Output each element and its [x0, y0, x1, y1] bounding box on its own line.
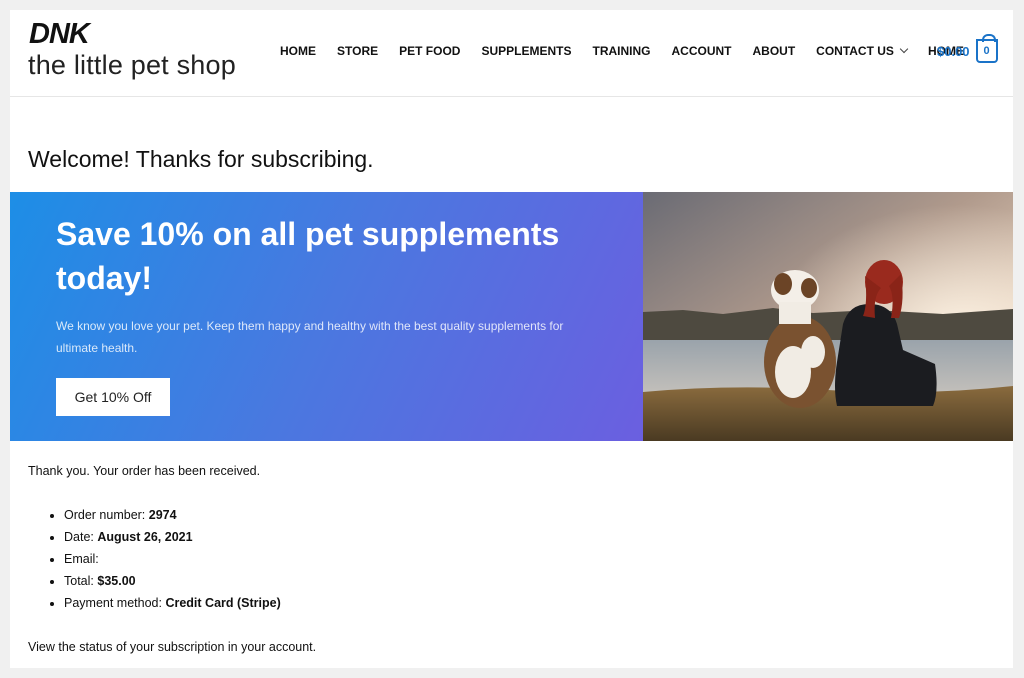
- order-number-value: 2974: [148, 508, 177, 522]
- order-date-label: Date:: [64, 530, 94, 544]
- list-item: Email:: [64, 548, 281, 570]
- cart-total: $0.00: [937, 43, 970, 59]
- list-item: Date: August 26, 2021: [64, 526, 281, 548]
- nav-item-label: ACCOUNT: [671, 44, 732, 58]
- cart-link[interactable]: $0.00 0: [937, 34, 998, 63]
- site-logo[interactable]: DNK: [28, 16, 108, 50]
- payment-method-value: Credit Card (Stripe): [165, 596, 281, 610]
- order-total-label: Total:: [64, 574, 94, 588]
- dog-and-owner-photo: [643, 192, 1013, 441]
- site-header: DNK the little pet shop HOME STORE PET F…: [10, 10, 1013, 97]
- nav-item-label: CONTACT US: [816, 44, 894, 58]
- nav-item-label: HOME: [280, 44, 316, 58]
- nav-item-about[interactable]: ABOUT: [752, 44, 795, 58]
- order-email-label: Email:: [64, 552, 99, 566]
- shopping-bag-icon: 0: [975, 34, 998, 63]
- nav-item-store[interactable]: STORE: [337, 44, 378, 58]
- cart-count: 0: [983, 45, 990, 57]
- get-discount-button[interactable]: Get 10% Off: [56, 378, 170, 416]
- page-title: Welcome! Thanks for subscribing.: [28, 146, 374, 172]
- logo-text: DNK: [29, 18, 92, 50]
- order-received-message: Thank you. Your order has been received.: [28, 464, 261, 478]
- page: DNK the little pet shop HOME STORE PET F…: [10, 10, 1013, 668]
- order-date-value: August 26, 2021: [97, 530, 193, 544]
- nav-item-training[interactable]: TRAINING: [592, 44, 650, 58]
- chevron-down-icon: [899, 44, 909, 54]
- logo-mark: DNK: [29, 18, 93, 50]
- nav-item-label: SUPPLEMENTS: [481, 44, 572, 58]
- nav-item-label: PET FOOD: [399, 44, 461, 58]
- list-item: Order number: 2974: [64, 504, 281, 526]
- nav-item-home[interactable]: HOME: [280, 44, 316, 58]
- nav-item-label: STORE: [337, 44, 379, 58]
- list-item: Total: $35.00: [64, 570, 281, 592]
- payment-method-label: Payment method:: [64, 596, 162, 610]
- main-nav: HOME STORE PET FOOD SUPPLEMENTS TRAINING…: [280, 44, 985, 58]
- order-number-label: Order number:: [64, 508, 146, 522]
- list-item: Payment method: Credit Card (Stripe): [64, 592, 281, 614]
- subscription-status-text: View the status of your subscription in …: [28, 640, 317, 654]
- nav-item-contact-us[interactable]: CONTACT US: [816, 44, 909, 58]
- order-total-value: $35.00: [97, 574, 136, 588]
- banner-text: We know you love your pet. Keep them hap…: [56, 319, 564, 355]
- nav-item-label: TRAINING: [592, 44, 651, 58]
- order-details-list: Order number: 2974 Date: August 26, 2021…: [64, 504, 281, 614]
- banner-heading: Save 10% on all pet supplements today!: [56, 216, 560, 296]
- nav-item-supplements[interactable]: SUPPLEMENTS: [481, 44, 571, 58]
- site-title[interactable]: the little pet shop: [28, 50, 236, 81]
- nav-item-pet-food[interactable]: PET FOOD: [399, 44, 460, 58]
- nav-item-account[interactable]: ACCOUNT: [671, 44, 731, 58]
- nav-item-label: ABOUT: [752, 44, 796, 58]
- promo-banner: Save 10% on all pet supplements today! W…: [10, 192, 643, 441]
